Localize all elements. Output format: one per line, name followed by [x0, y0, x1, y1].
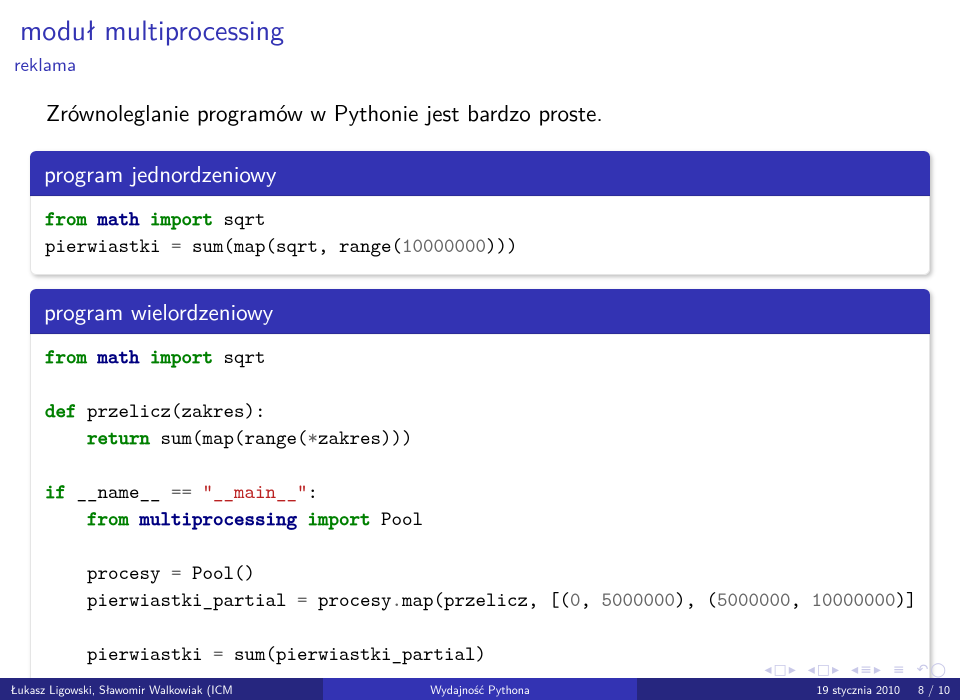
nav-left-icon: ◂	[808, 662, 815, 676]
code-text: sum(map(sqrt, range(	[182, 233, 403, 259]
footer-title: Wydajność Pythona	[323, 678, 636, 700]
footer-page: 8 / 10	[918, 680, 950, 698]
slide-footer: Łukasz Ligowski, Sławomir Walkowiak (ICM…	[0, 678, 960, 700]
code-text: __name__	[66, 479, 171, 505]
block-single-core: program jednordzeniowy from math import …	[30, 151, 930, 275]
nav-circ-icon: ◯	[930, 662, 946, 676]
nav-box-icon: □	[774, 662, 787, 676]
code-text: procesy	[308, 587, 392, 613]
op-eq: =	[297, 587, 308, 613]
name-sqrt: sqrt	[224, 344, 266, 370]
nav-symbols: ◂□▸ ◂□▸ ◂≡▸ ≡ ↶◯	[764, 662, 946, 676]
code-multi-core: from math import sqrt def przelicz(zakre…	[45, 344, 915, 668]
code-text: :	[308, 479, 319, 505]
slide-title: moduł multiprocessing	[0, 0, 960, 49]
nav-box-icon: □	[817, 662, 830, 676]
code-text: sum(pierwiastki_partial)	[224, 641, 487, 667]
op-eq: =	[171, 233, 182, 259]
code-text: ,	[581, 587, 602, 613]
name-pool: Pool	[381, 506, 423, 532]
footer-author: Łukasz Ligowski, Sławomir Walkowiak (ICM	[0, 678, 323, 700]
code-text: sum(map(range(	[150, 425, 308, 451]
code-single-core: from math import sqrt pierwiastki = sum(…	[45, 206, 915, 260]
footer-date: 19 stycznia 2010	[816, 680, 900, 698]
nav-g5[interactable]: ↶◯	[917, 662, 946, 676]
mod-math: math	[98, 206, 140, 232]
num-5m: 5000000	[717, 587, 791, 613]
op-eq: =	[171, 560, 182, 586]
op-eqeq: ==	[171, 479, 192, 505]
nav-undo-icon: ↶	[917, 662, 929, 676]
code-text: ), (	[675, 587, 717, 613]
nav-bar-icon: ≡	[860, 662, 872, 676]
code-text: zakres)))	[318, 425, 413, 451]
block-multi-core-body: from math import sqrt def przelicz(zakre…	[30, 334, 930, 683]
footer-right: 19 stycznia 2010 8 / 10	[637, 678, 960, 700]
nav-right-icon: ▸	[789, 662, 796, 676]
op-eq: =	[213, 641, 224, 667]
str-main: "__main__"	[192, 479, 308, 505]
nav-g1[interactable]: ◂□▸	[764, 662, 795, 676]
nav-left-icon: ◂	[851, 662, 858, 676]
num-10m: 10000000	[402, 233, 486, 259]
intro-text: Zrównoleglanie programów w Pythonie jest…	[0, 87, 960, 145]
code-text: pierwiastki_partial	[87, 587, 297, 613]
num-0: 0	[570, 587, 581, 613]
nav-g2[interactable]: ◂□▸	[808, 662, 839, 676]
code-text: )))	[486, 233, 518, 259]
kw-from: from	[45, 206, 87, 232]
nav-bar-icon: ≡	[893, 662, 905, 676]
kw-return: return	[87, 425, 150, 451]
block-single-core-title: program jednordzeniowy	[30, 151, 930, 196]
kw-import: import	[150, 344, 213, 370]
block-multi-core-title: program wielordzeniowy	[30, 289, 930, 334]
nav-g3[interactable]: ◂≡▸	[851, 662, 881, 676]
code-text: pierwiastki	[87, 641, 213, 667]
code-text: (zakres):	[171, 398, 266, 424]
kw-from: from	[87, 506, 129, 532]
fn-przelicz: przelicz	[87, 398, 171, 424]
slide-subtitle: reklama	[0, 49, 960, 87]
code-text: Pool()	[182, 560, 256, 586]
code-text: map(przelicz, [(	[402, 587, 570, 613]
mod-math: math	[98, 344, 140, 370]
nav-right-icon: ▸	[832, 662, 839, 676]
op-star: *	[308, 425, 319, 451]
code-text: pierwiastki	[45, 233, 171, 259]
kw-import: import	[150, 206, 213, 232]
kw-import: import	[308, 506, 371, 532]
mod-multiprocessing: multiprocessing	[140, 506, 298, 532]
block-single-core-body: from math import sqrt pierwiastki = sum(…	[30, 196, 930, 275]
kw-def: def	[45, 398, 77, 424]
op-dot: .	[392, 587, 403, 613]
code-text: ,	[791, 587, 812, 613]
kw-if: if	[45, 479, 66, 505]
num-5m: 5000000	[602, 587, 676, 613]
nav-right-icon: ▸	[874, 662, 881, 676]
name-sqrt: sqrt	[224, 206, 266, 232]
num-10m: 10000000	[812, 587, 896, 613]
code-text: procesy	[87, 560, 171, 586]
kw-from: from	[45, 344, 87, 370]
code-text: )]	[896, 587, 917, 613]
block-multi-core: program wielordzeniowy from math import …	[30, 289, 930, 683]
nav-left-icon: ◂	[764, 662, 771, 676]
nav-g4[interactable]: ≡	[893, 662, 905, 676]
